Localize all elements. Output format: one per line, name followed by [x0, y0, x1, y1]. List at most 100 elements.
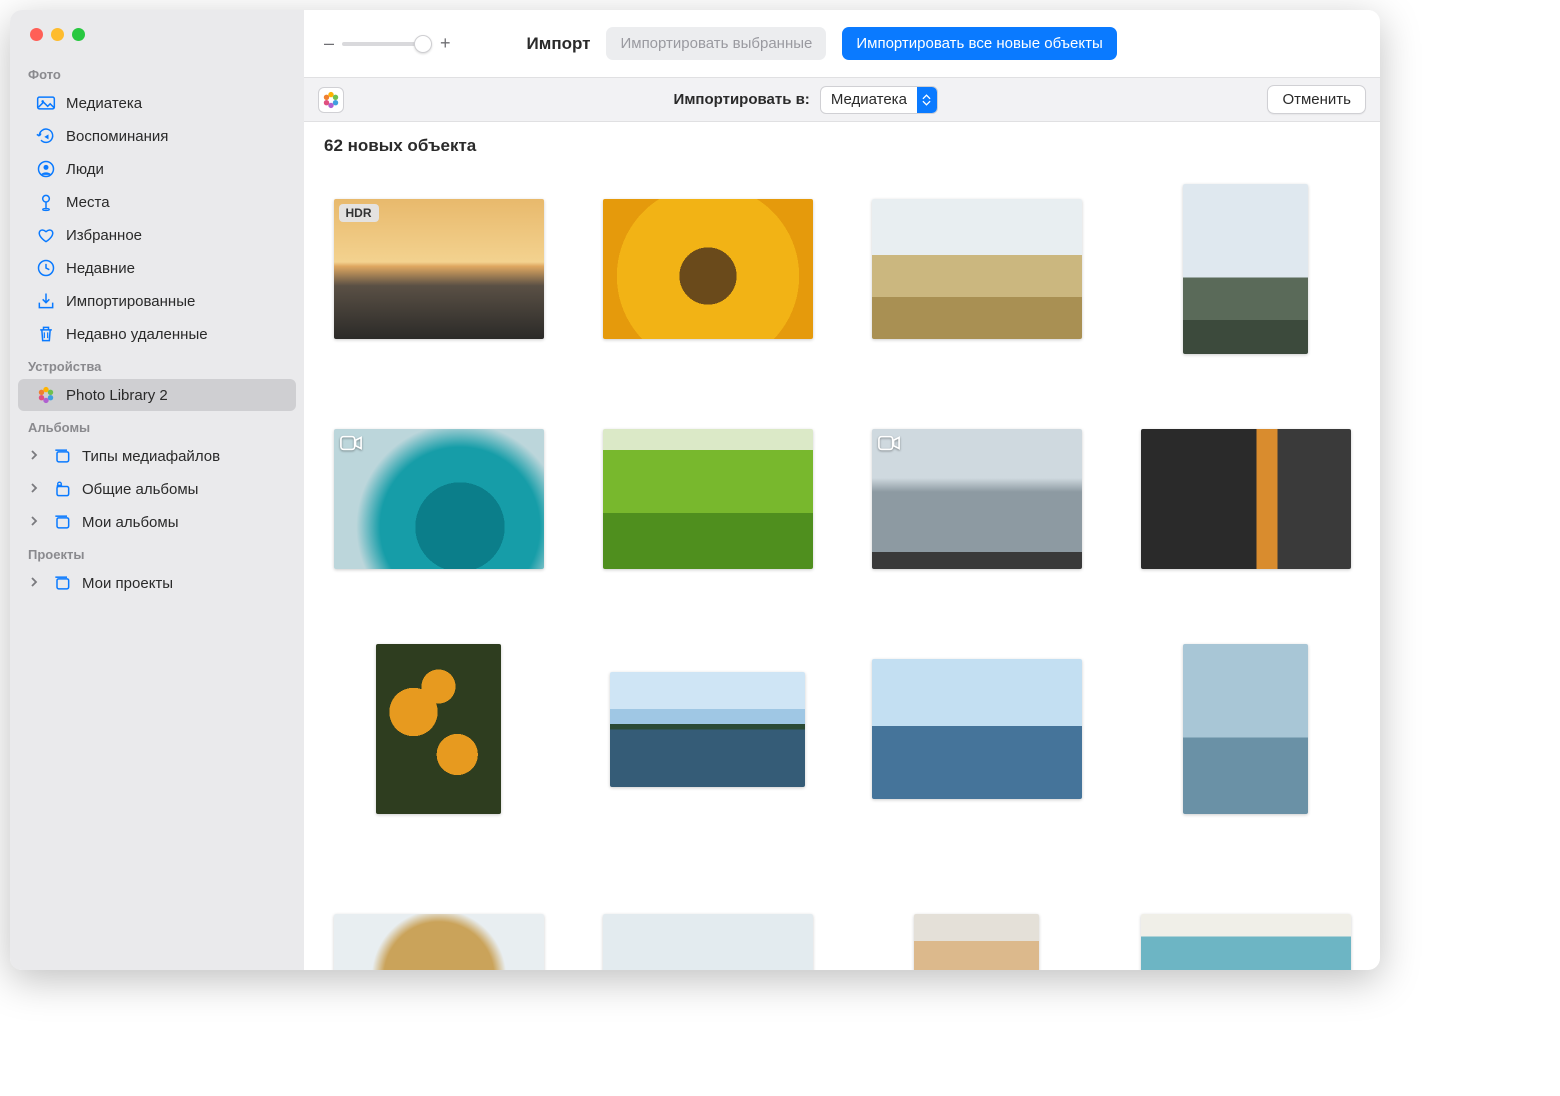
download-icon — [36, 291, 56, 311]
sidebar-item-label: Импортированные — [66, 293, 195, 310]
sidebar-item-label: Места — [66, 194, 110, 211]
zoom-in-button[interactable]: + — [440, 33, 451, 54]
chevron-right-icon — [28, 575, 42, 592]
thumbnail-grid: HDR — [324, 184, 1360, 970]
sidebar-section-label: Проекты — [10, 539, 304, 566]
thumbnail-cell — [862, 414, 1091, 584]
import-destination-value: Медиатека — [821, 91, 917, 108]
import-subbar: Импортировать в: Медиатека Отменить — [304, 78, 1380, 122]
photo-thumbnail[interactable] — [603, 914, 813, 970]
zoom-window-button[interactable] — [72, 28, 85, 41]
close-window-button[interactable] — [30, 28, 43, 41]
thumbnail-cell — [324, 874, 553, 970]
sidebar-item-trash[interactable]: Недавно удаленные — [18, 318, 296, 350]
sidebar-section-label: Фото — [10, 59, 304, 86]
hdr-badge: HDR — [339, 204, 379, 222]
sidebar-item-imports[interactable]: Импортированные — [18, 285, 296, 317]
chevron-right-icon — [28, 448, 42, 465]
sidebar-item-label: Типы медиафайлов — [82, 448, 220, 465]
photo-thumbnail[interactable]: HDR — [334, 199, 544, 339]
photos-flower-icon — [36, 385, 56, 405]
thumbnail-cell — [1131, 414, 1360, 584]
sidebar-item-label: Мои проекты — [82, 575, 173, 592]
thumbnail-cell — [324, 414, 553, 584]
sidebar-item-label: Мои альбомы — [82, 514, 179, 531]
photo-thumbnail[interactable] — [1183, 184, 1308, 354]
zoom-slider-knob[interactable] — [414, 35, 432, 53]
thumbnail-cell — [593, 644, 822, 814]
window: Фото Медиатека Воспоминания Люди Места Избран… — [10, 10, 1380, 970]
chevron-right-icon — [28, 481, 42, 498]
photo-thumbnail[interactable] — [872, 429, 1082, 569]
toolbar: – + Импорт Импортировать выбранные Импор… — [304, 10, 1380, 78]
photo-thumbnail[interactable] — [603, 199, 813, 339]
minimize-window-button[interactable] — [51, 28, 64, 41]
photo-thumbnail[interactable] — [376, 644, 501, 814]
import-all-button[interactable]: Импортировать все новые объекты — [842, 27, 1116, 60]
sidebar-item-memories[interactable]: Воспоминания — [18, 120, 296, 152]
shared-icon — [52, 479, 72, 499]
sidebar-item-recent[interactable]: Недавние — [18, 252, 296, 284]
zoom-control: – + — [324, 33, 451, 54]
sidebar-item-my-projects[interactable]: Мои проекты — [18, 567, 296, 599]
sidebar-item-media-types[interactable]: Типы медиафайлов — [18, 440, 296, 472]
photo-thumbnail[interactable] — [603, 429, 813, 569]
photo-thumbnail[interactable] — [334, 914, 544, 970]
photo-thumbnail[interactable] — [1141, 914, 1351, 970]
thumbnail-cell — [593, 184, 822, 354]
video-icon — [340, 435, 362, 456]
sidebar-item-label: Медиатека — [66, 95, 142, 112]
trash-icon — [36, 324, 56, 344]
sidebar-item-my-albums[interactable]: Мои альбомы — [18, 506, 296, 538]
photo-thumbnail[interactable] — [872, 199, 1082, 339]
photo-thumbnail[interactable] — [1183, 644, 1308, 814]
sidebar-item-library[interactable]: Медиатека — [18, 87, 296, 119]
zoom-slider[interactable] — [342, 42, 432, 46]
pin-icon — [36, 192, 56, 212]
content: 62 новых объекта HDR — [304, 122, 1380, 970]
import-to-label: Импортировать в: — [674, 91, 810, 108]
thumbnail-cell — [862, 644, 1091, 814]
thumbnail-cell — [324, 644, 553, 814]
album-icon — [52, 573, 72, 593]
photo-thumbnail[interactable] — [334, 429, 544, 569]
person-icon — [36, 159, 56, 179]
sidebar-item-label: Недавно удаленные — [66, 326, 208, 343]
photo-thumbnail[interactable] — [914, 914, 1039, 970]
zoom-out-button[interactable]: – — [324, 33, 334, 54]
select-chevrons-icon — [917, 87, 937, 113]
photo-thumbnail[interactable] — [1141, 429, 1351, 569]
sidebar-item-favorites[interactable]: Избранное — [18, 219, 296, 251]
album-icon — [52, 446, 72, 466]
sidebar-section-label: Альбомы — [10, 412, 304, 439]
photo-thumbnail[interactable] — [610, 672, 805, 787]
sidebar-item-shared-albums[interactable]: Общие альбомы — [18, 473, 296, 505]
sidebar-item-label: Люди — [66, 161, 104, 178]
sidebar-item-places[interactable]: Места — [18, 186, 296, 218]
window-controls — [10, 28, 304, 41]
chevron-right-icon — [28, 514, 42, 531]
thumbnail-cell — [862, 184, 1091, 354]
new-items-count: 62 новых объекта — [324, 136, 1360, 156]
page-title: Импорт — [527, 34, 591, 54]
sidebar: Фото Медиатека Воспоминания Люди Места Избран… — [10, 10, 304, 970]
sidebar-item-label: Общие альбомы — [82, 481, 198, 498]
sidebar-item-people[interactable]: Люди — [18, 153, 296, 185]
heart-icon — [36, 225, 56, 245]
thumbnail-cell — [862, 874, 1091, 970]
clock-icon — [36, 258, 56, 278]
cancel-button[interactable]: Отменить — [1267, 85, 1366, 114]
sidebar-section-label: Устройства — [10, 351, 304, 378]
import-destination-select[interactable]: Медиатека — [820, 86, 938, 114]
sidebar-item-label: Photo Library 2 — [66, 387, 168, 404]
sidebar-item-label: Избранное — [66, 227, 142, 244]
photo-thumbnail[interactable] — [872, 659, 1082, 799]
photo-icon — [36, 93, 56, 113]
photos-app-icon — [318, 87, 344, 113]
import-selected-button[interactable]: Импортировать выбранные — [606, 27, 826, 60]
thumbnail-cell — [1131, 644, 1360, 814]
sidebar-item-device-photo-library-2[interactable]: Photo Library 2 — [18, 379, 296, 411]
album-icon — [52, 512, 72, 532]
thumbnail-cell — [1131, 184, 1360, 354]
memories-icon — [36, 126, 56, 146]
